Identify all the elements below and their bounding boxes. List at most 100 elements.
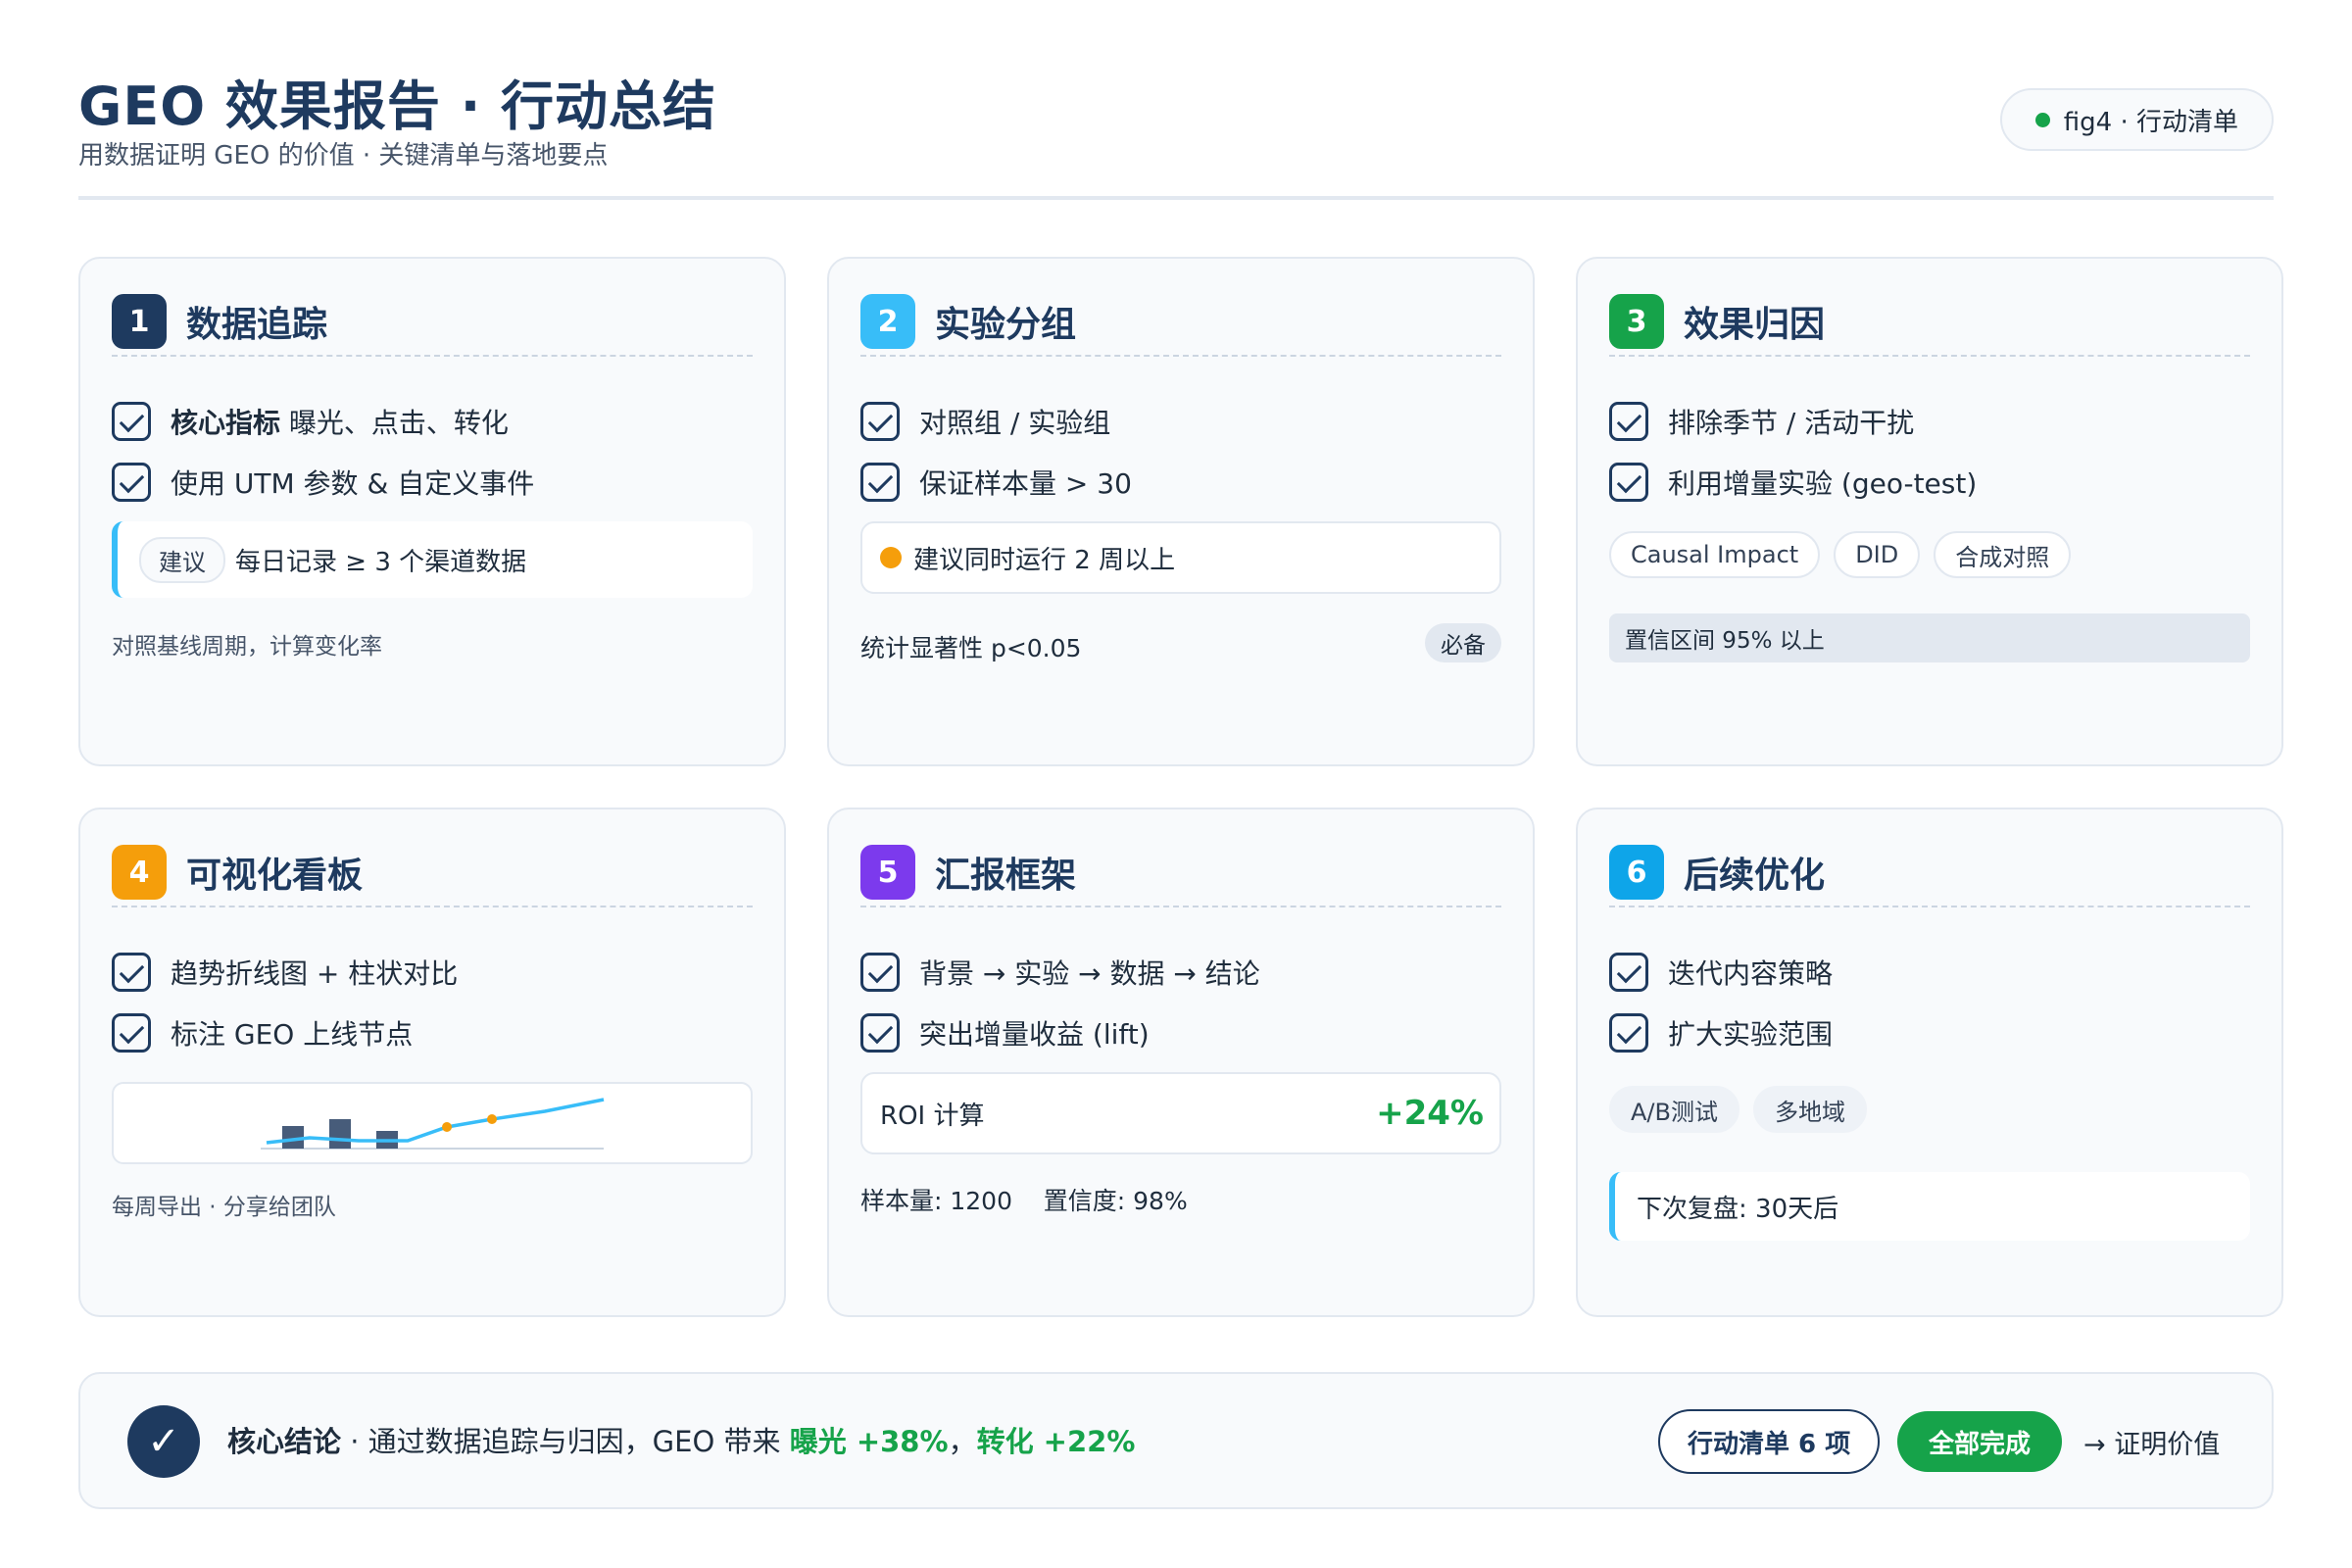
metric-exposure: 曝光 +38% <box>789 1425 949 1458</box>
checklist-item[interactable]: 迭代内容策略 <box>1609 951 1833 994</box>
warning-dot-icon <box>880 547 902 568</box>
card-header: 4 可视化看板 <box>112 839 753 907</box>
checklist-item[interactable]: 利用增量实验 (geo-test) <box>1609 461 1977 504</box>
item-text: 扩大实验范围 <box>1668 1018 1834 1051</box>
card-header: 5 汇报框架 <box>860 839 1501 907</box>
check-circle-icon: ✓ <box>127 1405 200 1478</box>
checkbox-checked-icon[interactable] <box>860 1013 900 1053</box>
all-done-button[interactable]: 全部完成 <box>1897 1411 2063 1472</box>
item-text: 趋势折线图 + 柱状对比 <box>171 957 459 990</box>
item-strong: 核心指标 <box>171 407 281 439</box>
chip[interactable]: 合成对照 <box>1934 531 2072 578</box>
card-dashboard: 4 可视化看板 趋势折线图 + 柱状对比 标注 GEO 上线节点 每周导出 · … <box>78 808 786 1317</box>
action-list-button[interactable]: 行动清单 6 项 <box>1658 1409 1881 1474</box>
card-optimization: 6 后续优化 迭代内容策略 扩大实验范围 A/B测试 多地域 下次复盘: 30天… <box>1576 808 2283 1317</box>
tip-text: 下次复盘: 30天后 <box>1637 1194 1839 1224</box>
prove-value-link[interactable]: → 证明价值 <box>2083 1423 2220 1461</box>
checklist-item[interactable]: 背景 → 实验 → 数据 → 结论 <box>860 951 1260 994</box>
card-title: 可视化看板 <box>186 856 364 896</box>
checkbox-checked-icon[interactable] <box>112 953 151 992</box>
method-chips: Causal Impact DID 合成对照 <box>1609 531 2072 578</box>
item-text: 保证样本量 > 30 <box>919 467 1132 500</box>
item-text: 排除季节 / 活动干扰 <box>1668 407 1915 439</box>
card-header: 2 实验分组 <box>860 288 1501 357</box>
tip-tag: 建议 <box>139 536 225 583</box>
checkbox-checked-icon[interactable] <box>860 463 900 502</box>
step-number: 4 <box>112 845 167 900</box>
card-report-framework: 5 汇报框架 背景 → 实验 → 数据 → 结论 突出增量收益 (lift) R… <box>827 808 1535 1317</box>
checkbox-checked-icon[interactable] <box>112 463 151 502</box>
checklist-item[interactable]: 使用 UTM 参数 & 自定义事件 <box>112 461 534 504</box>
chart-marker <box>442 1122 452 1132</box>
conclusion-sep: · <box>341 1425 368 1458</box>
checklist-item[interactable]: 核心指标 曝光、点击、转化 <box>112 400 509 443</box>
chart-bar <box>329 1119 351 1149</box>
status-dot-icon <box>2034 112 2050 127</box>
card-note: 统计显著性 p<0.05 <box>860 634 1082 662</box>
chart-marker <box>487 1114 497 1124</box>
required-badge: 必备 <box>1425 623 1501 662</box>
card-note: 对照基线周期，计算变化率 <box>112 634 382 660</box>
card-note: 每周导出 · 分享给团队 <box>112 1195 336 1220</box>
roi-box: ROI 计算 +24% <box>860 1072 1501 1154</box>
chip[interactable]: Causal Impact <box>1609 531 1821 578</box>
checkbox-checked-icon[interactable] <box>1609 402 1648 441</box>
card-title: 实验分组 <box>935 305 1077 345</box>
item-text: 迭代内容策略 <box>1668 957 1834 990</box>
card-header: 1 数据追踪 <box>112 288 753 357</box>
step-number: 2 <box>860 294 915 349</box>
step-number: 3 <box>1609 294 1664 349</box>
metric-conversion: 转化 +22% <box>976 1425 1136 1458</box>
checklist-item[interactable]: 对照组 / 实验组 <box>860 400 1110 443</box>
fig-badge-label: fig4 · 行动清单 <box>2063 107 2238 137</box>
card-header: 3 效果归因 <box>1609 288 2250 357</box>
item-text: 突出增量收益 (lift) <box>919 1018 1150 1051</box>
warning-callout: 建议同时运行 2 周以上 <box>860 521 1501 594</box>
item-text: 曝光、点击、转化 <box>280 407 509 439</box>
warning-text: 建议同时运行 2 周以上 <box>913 545 1176 575</box>
checkbox-checked-icon[interactable] <box>1609 1013 1648 1053</box>
item-text: 背景 → 实验 → 数据 → 结论 <box>919 957 1260 990</box>
card-title: 效果归因 <box>1684 305 1826 345</box>
card-title: 数据追踪 <box>186 305 328 345</box>
conclusion-comma: ， <box>948 1425 977 1458</box>
chart-trend-line <box>266 1098 605 1145</box>
card-header: 6 后续优化 <box>1609 839 2250 907</box>
confidence-bar: 置信区间 95% 以上 <box>1609 613 2250 662</box>
checklist-item[interactable]: 突出增量收益 (lift) <box>860 1011 1150 1054</box>
mini-chart-svg <box>261 1098 605 1150</box>
checkbox-checked-icon[interactable] <box>860 402 900 441</box>
checklist-item[interactable]: 趋势折线图 + 柱状对比 <box>112 951 458 994</box>
page-header: GEO 效果报告 · 行动总结 用数据证明 GEO 的价值 · 关键清单与落地要… <box>78 59 2274 200</box>
step-number: 6 <box>1609 845 1664 900</box>
checkbox-checked-icon[interactable] <box>112 1013 151 1053</box>
chip[interactable]: A/B测试 <box>1609 1086 1740 1133</box>
tip-text: 每日记录 ≥ 3 个渠道数据 <box>235 547 527 577</box>
checklist-item[interactable]: 标注 GEO 上线节点 <box>112 1011 413 1054</box>
checklist-item[interactable]: 排除季节 / 活动干扰 <box>1609 400 1914 443</box>
chip[interactable]: 多地域 <box>1752 1086 1867 1133</box>
item-text: 使用 UTM 参数 & 自定义事件 <box>171 467 535 500</box>
page-subtitle: 用数据证明 GEO 的价值 · 关键清单与落地要点 <box>78 141 609 171</box>
chip[interactable]: DID <box>1834 531 1921 578</box>
checklist-item[interactable]: 扩大实验范围 <box>1609 1011 1833 1054</box>
checkbox-checked-icon[interactable] <box>112 402 151 441</box>
card-title: 后续优化 <box>1684 856 1826 896</box>
card-attribution: 3 效果归因 排除季节 / 活动干扰 利用增量实验 (geo-test) Cau… <box>1576 257 2283 766</box>
step-number: 1 <box>112 294 167 349</box>
conclusion-bar: ✓ 核心结论 · 通过数据追踪与归因，GEO 带来 曝光 +38%，转化 +22… <box>78 1372 2274 1509</box>
checkbox-checked-icon[interactable] <box>1609 463 1648 502</box>
item-text: 利用增量实验 (geo-test) <box>1668 467 1978 500</box>
next-review-callout: 下次复盘: 30天后 <box>1609 1172 2250 1241</box>
tip-callout: 建议 每日记录 ≥ 3 个渠道数据 <box>112 521 753 598</box>
checkbox-checked-icon[interactable] <box>1609 953 1648 992</box>
item-text: 对照组 / 实验组 <box>919 407 1111 439</box>
checklist-item[interactable]: 保证样本量 > 30 <box>860 461 1132 504</box>
fig-badge: fig4 · 行动清单 <box>1999 88 2274 151</box>
roi-label: ROI 计算 <box>880 1101 985 1131</box>
card-note: 样本量: 1200 置信度: 98% <box>860 1187 1188 1215</box>
checkbox-checked-icon[interactable] <box>860 953 900 992</box>
card-data-tracking: 1 数据追踪 核心指标 曝光、点击、转化 使用 UTM 参数 & 自定义事件 建… <box>78 257 786 766</box>
page-title: GEO 效果报告 · 行动总结 <box>78 75 717 137</box>
scope-chips: A/B测试 多地域 <box>1609 1086 1867 1133</box>
